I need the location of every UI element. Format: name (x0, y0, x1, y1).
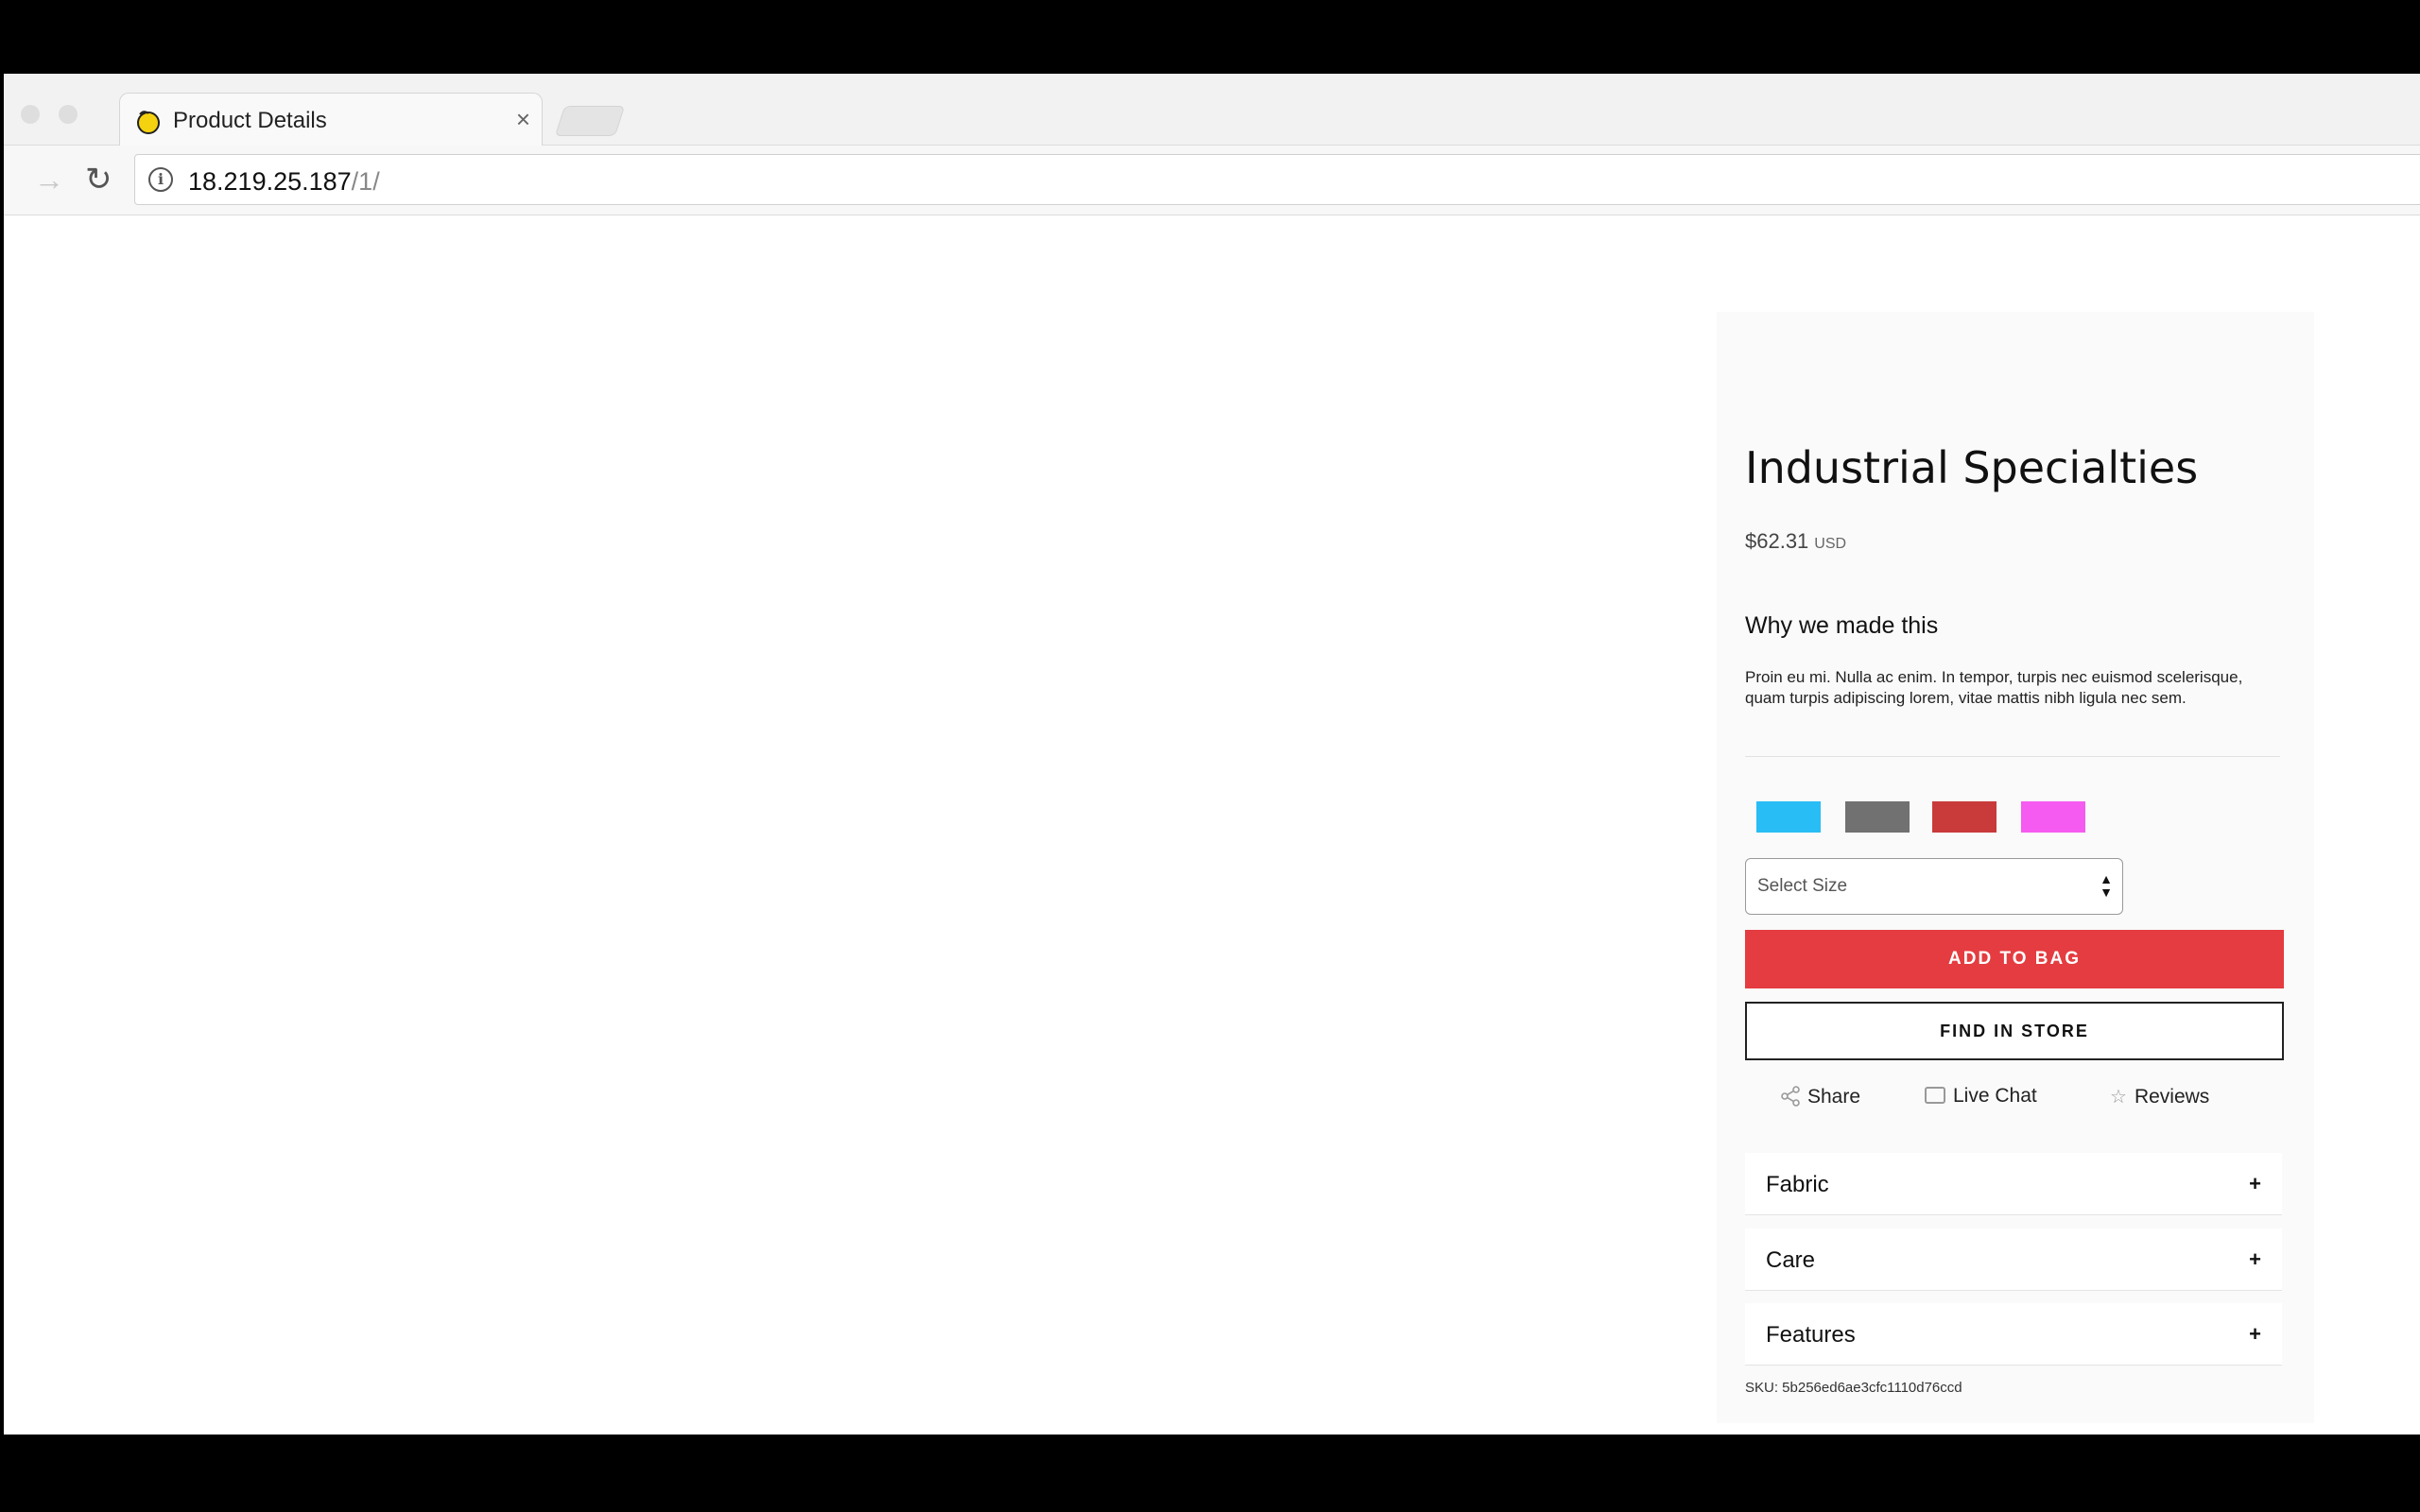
window-close-control[interactable] (21, 105, 40, 124)
accordion-fabric[interactable]: Fabric + (1745, 1153, 2282, 1215)
accordion-label: Fabric (1766, 1172, 1829, 1197)
reviews-label: Reviews (2134, 1086, 2210, 1108)
tab-close-icon[interactable]: × (516, 105, 530, 133)
select-arrows-icon: ▲ ▼ (2100, 871, 2113, 900)
product-title: Industrial Specialties (1745, 442, 2199, 493)
color-swatch-cyan[interactable] (1756, 801, 1821, 833)
browser-window: Product Details × → ↻ i 18.219.25.187/1/… (4, 74, 2420, 1435)
chat-icon (1925, 1087, 1945, 1104)
share-button[interactable]: Share (1779, 1085, 1860, 1108)
address-bar[interactable]: i 18.219.25.187/1/ (134, 154, 2420, 205)
plus-icon[interactable]: + (2249, 1322, 2261, 1347)
url-path: /1/ (351, 167, 380, 196)
live-chat-button[interactable]: Live Chat (1925, 1085, 2037, 1108)
accordion-care[interactable]: Care + (1745, 1228, 2282, 1291)
product-sku: SKU: 5b256ed6ae3cfc1110d76ccd (1745, 1380, 1962, 1396)
new-tab-button[interactable] (554, 106, 626, 136)
size-select[interactable]: Select Size ▲ ▼ (1745, 858, 2123, 915)
live-chat-label: Live Chat (1953, 1085, 2037, 1107)
browser-tab[interactable]: Product Details × (119, 93, 543, 146)
tab-strip: Product Details × (4, 74, 2420, 146)
product-description: Proin eu mi. Nulla ac enim. In tempor, t… (1745, 668, 2243, 707)
forward-arrow-icon[interactable]: → (34, 163, 64, 198)
favicon-icon (137, 111, 160, 134)
page-content: Industrial Specialties $62.31 USD Why we … (4, 215, 2420, 1435)
browser-toolbar: → ↻ i 18.219.25.187/1/ (4, 146, 2420, 215)
size-select-label: Select Size (1757, 876, 1848, 896)
tab-title: Product Details (173, 108, 327, 133)
url-host: 18.219.25.187 (188, 167, 352, 196)
share-icon (1781, 1086, 1800, 1107)
product-price: $62.31 USD (1745, 529, 1846, 554)
find-in-store-button[interactable]: FIND IN STORE (1745, 1002, 2284, 1060)
price-amount: $62.31 (1745, 529, 1809, 553)
url-text: 18.219.25.187/1/ (188, 167, 380, 197)
why-heading: Why we made this (1745, 612, 1939, 639)
letterbox-top (0, 0, 2420, 74)
color-swatch-pink[interactable] (2021, 801, 2085, 833)
accordion-label: Features (1766, 1322, 1856, 1348)
product-panel: Industrial Specialties $62.31 USD Why we … (1717, 312, 2314, 1423)
accordion-label: Care (1766, 1247, 1816, 1273)
accordion-features[interactable]: Features + (1745, 1303, 2282, 1366)
reviews-button[interactable]: ☆ Reviews (2110, 1085, 2209, 1108)
letterbox-bottom (0, 1435, 2420, 1512)
star-icon: ☆ (2110, 1087, 2127, 1108)
info-icon[interactable]: i (148, 167, 173, 192)
window-minimize-control[interactable] (59, 105, 78, 124)
reload-icon[interactable]: ↻ (85, 161, 112, 198)
price-currency: USD (1814, 536, 1847, 552)
plus-icon[interactable]: + (2249, 1172, 2261, 1196)
color-swatch-red[interactable] (1932, 801, 1996, 833)
color-swatch-gray[interactable] (1845, 801, 1910, 833)
plus-icon[interactable]: + (2249, 1247, 2261, 1272)
add-to-bag-button[interactable]: ADD TO BAG (1745, 930, 2284, 988)
divider (1745, 756, 2280, 757)
share-label: Share (1807, 1086, 1861, 1108)
